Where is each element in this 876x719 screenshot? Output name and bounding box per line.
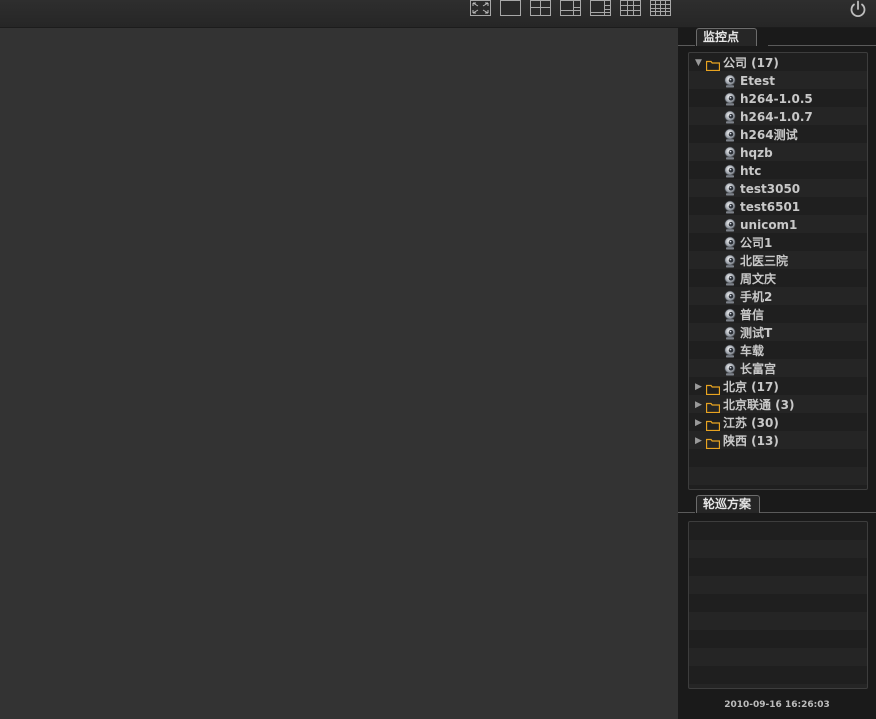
tree-camera-item[interactable]: Etest	[689, 72, 867, 90]
patrol-tab-divider-right	[760, 512, 876, 513]
camera-icon	[723, 326, 737, 340]
tree-camera-label: h264测试	[740, 128, 798, 142]
fullscreen-button[interactable]	[470, 0, 491, 16]
layout-4-button[interactable]	[530, 0, 551, 16]
patrol-plan-list[interactable]	[688, 521, 868, 689]
power-icon[interactable]	[848, 0, 868, 19]
tree-camera-label: 车载	[740, 344, 765, 358]
tree-folder-item[interactable]: ▶ 北京 (17)	[689, 378, 867, 396]
tree-folder-label: 北京联通 (3)	[723, 398, 795, 412]
camera-icon	[723, 74, 737, 88]
tree-folder-label: 公司 (17)	[723, 56, 779, 70]
camera-icon	[723, 272, 737, 286]
tree-camera-item[interactable]: 周文庆	[689, 270, 867, 288]
camera-icon	[723, 146, 737, 160]
triangle-right-icon[interactable]: ▶	[695, 378, 705, 396]
tree-camera-label: 长富宫	[740, 362, 777, 376]
camera-icon	[723, 290, 737, 304]
tree-camera-label: htc	[740, 164, 762, 178]
tree-camera-label: 北医三院	[740, 254, 789, 268]
video-display-area[interactable]	[0, 28, 678, 719]
monitor-tree-box[interactable]: ▼ 公司 (17) Etest h264-1.0.5 h264-1.0.7 h264测试 h…	[688, 52, 868, 490]
tree-folder-item[interactable]: ▶ 北京联通 (3)	[689, 396, 867, 414]
camera-icon	[723, 254, 737, 268]
monitor-tab-divider-left	[678, 45, 695, 46]
tree-camera-item[interactable]: 测试T	[689, 324, 867, 342]
tree-camera-label: test6501	[740, 200, 801, 214]
tree-camera-item[interactable]: test3050	[689, 180, 867, 198]
monitor-tab-divider-right	[768, 45, 876, 46]
patrol-tab-divider-left	[678, 512, 695, 513]
tree-camera-item[interactable]: 公司1	[689, 234, 867, 252]
patrol-plan-tab[interactable]: 轮巡方案	[696, 495, 760, 513]
camera-icon	[723, 164, 737, 178]
folder-icon	[705, 58, 721, 72]
layout-16-button[interactable]	[650, 0, 671, 16]
layout-9-button[interactable]	[620, 0, 641, 16]
triangle-right-icon[interactable]: ▶	[695, 414, 705, 432]
layout-6-button[interactable]	[560, 0, 581, 16]
tree-camera-label: h264-1.0.5	[740, 92, 813, 106]
fullscreen-icon	[472, 2, 489, 14]
triangle-right-icon[interactable]: ▶	[695, 396, 705, 414]
folder-icon	[705, 382, 721, 396]
tree-folder-label: 江苏 (30)	[723, 416, 779, 430]
tree-camera-item[interactable]: h264-1.0.5	[689, 90, 867, 108]
camera-icon	[723, 182, 737, 196]
tree-camera-item[interactable]: test6501	[689, 198, 867, 216]
tree-camera-label: 周文庆	[740, 272, 777, 286]
tree-camera-item[interactable]: 普信	[689, 306, 867, 324]
triangle-down-icon[interactable]: ▼	[695, 54, 705, 72]
tree-camera-label: 普信	[740, 308, 765, 322]
tree-camera-item[interactable]: 北医三院	[689, 252, 867, 270]
tree-camera-label: 手机2	[740, 290, 773, 304]
tree-camera-item[interactable]: 手机2	[689, 288, 867, 306]
monitor-points-title: 监控点	[703, 30, 740, 44]
monitor-tree: ▼ 公司 (17) Etest h264-1.0.5 h264-1.0.7 h264测试 h…	[689, 54, 867, 450]
tree-camera-item[interactable]: htc	[689, 162, 867, 180]
status-datetime: 2010-09-16 16:26:03	[724, 700, 830, 710]
layout-1-button[interactable]	[500, 0, 521, 16]
tree-camera-item[interactable]: 车载	[689, 342, 867, 360]
tree-camera-label: 测试T	[740, 326, 773, 340]
tree-camera-item[interactable]: hqzb	[689, 144, 867, 162]
camera-icon	[723, 92, 737, 106]
tree-folder-label: 陕西 (13)	[723, 434, 779, 448]
camera-icon	[723, 200, 737, 214]
tree-camera-label: 公司1	[740, 236, 773, 250]
tree-camera-label: Etest	[740, 74, 775, 88]
right-panel: 监控点 ▼ 公司 (17) Etest h264-1.0.5 h264-1.0.7 h26…	[678, 28, 876, 719]
camera-icon	[723, 362, 737, 376]
camera-icon	[723, 110, 737, 124]
tree-camera-item[interactable]: h264-1.0.7	[689, 108, 867, 126]
folder-icon	[705, 418, 721, 432]
tree-camera-label: hqzb	[740, 146, 773, 160]
camera-icon	[723, 128, 737, 142]
tree-camera-label: unicom1	[740, 218, 798, 232]
tree-camera-item[interactable]: h264测试	[689, 126, 867, 144]
tree-camera-label: test3050	[740, 182, 801, 196]
tree-camera-item[interactable]: 长富宫	[689, 360, 867, 378]
monitor-points-tab[interactable]: 监控点	[696, 28, 757, 46]
tree-folder-item[interactable]: ▶ 陕西 (13)	[689, 432, 867, 450]
camera-icon	[723, 218, 737, 232]
folder-icon	[705, 400, 721, 414]
tree-camera-item[interactable]: unicom1	[689, 216, 867, 234]
camera-icon	[723, 236, 737, 250]
tree-folder-item[interactable]: ▼ 公司 (17)	[689, 54, 867, 72]
folder-icon	[705, 436, 721, 450]
triangle-right-icon[interactable]: ▶	[695, 432, 705, 450]
camera-icon	[723, 308, 737, 322]
camera-icon	[723, 344, 737, 358]
tree-folder-label: 北京 (17)	[723, 380, 779, 394]
tree-camera-label: h264-1.0.7	[740, 110, 813, 124]
layout-8-button[interactable]	[590, 0, 611, 16]
tree-folder-item[interactable]: ▶ 江苏 (30)	[689, 414, 867, 432]
top-toolbar	[0, 0, 876, 28]
patrol-plan-title: 轮巡方案	[703, 497, 752, 511]
